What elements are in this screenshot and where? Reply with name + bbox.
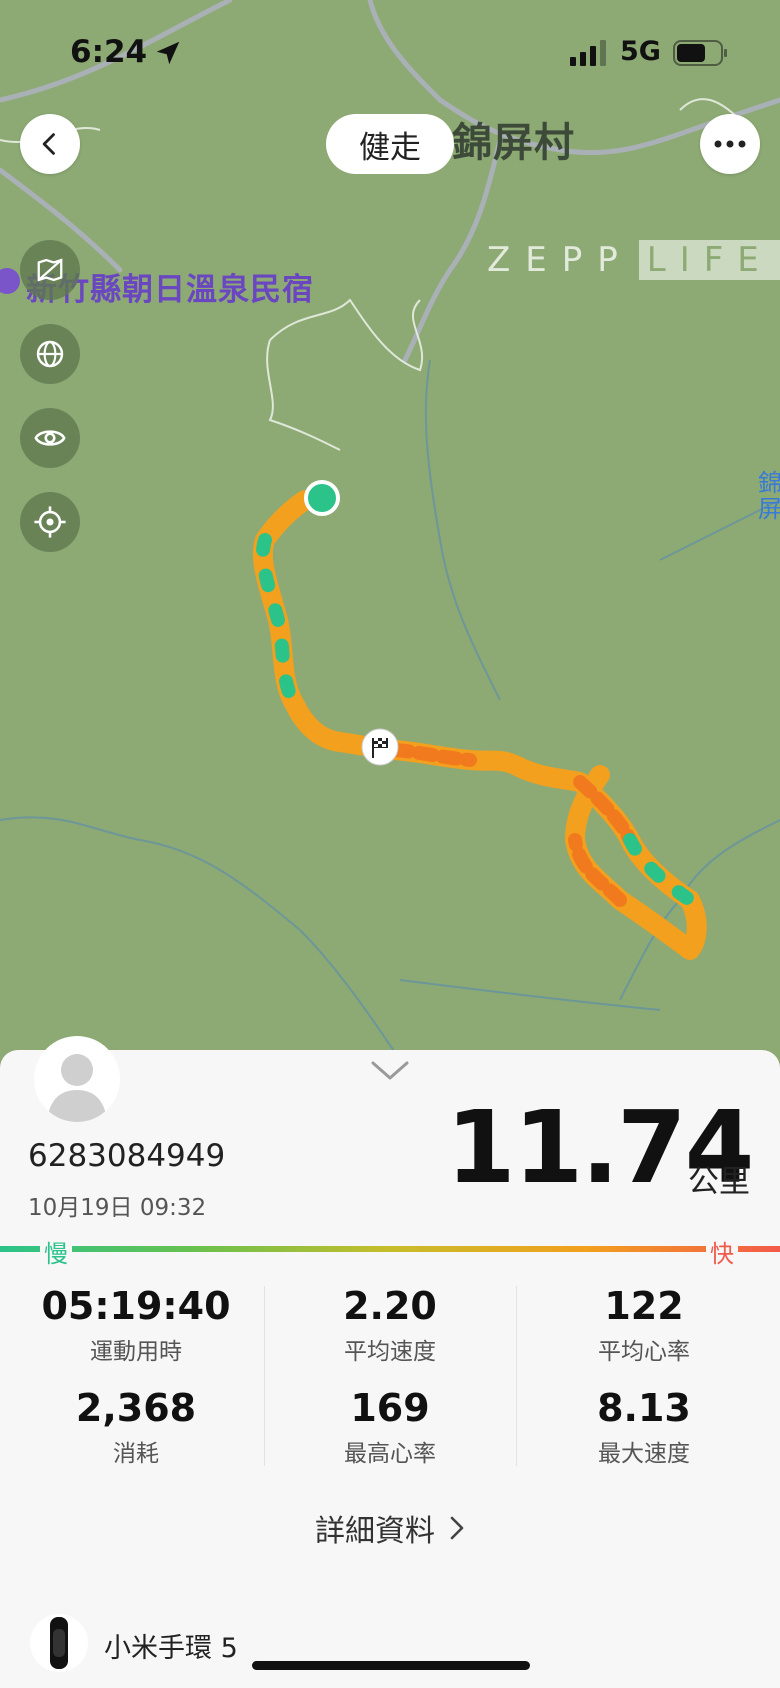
- visibility-button[interactable]: [20, 408, 80, 468]
- speed-gradient-bar: [0, 1246, 780, 1252]
- watermark-life: LIFE: [638, 240, 780, 280]
- collapse-chevron-icon[interactable]: [370, 1060, 410, 1082]
- user-id: 6283084949: [28, 1138, 226, 1174]
- map-label-village: 錦屏村: [452, 120, 575, 166]
- finish-flag-icon[interactable]: [361, 728, 399, 766]
- device-name: 小米手環 5: [104, 1633, 238, 1664]
- slow-label: 慢: [40, 1234, 72, 1269]
- stat-value: 2,368: [75, 1386, 197, 1430]
- stat-label: 最大速度: [598, 1441, 690, 1467]
- locate-button[interactable]: [20, 492, 80, 552]
- network-type: 5G: [620, 36, 661, 67]
- start-marker[interactable]: [304, 480, 340, 516]
- device-band-icon: [30, 1614, 88, 1672]
- stat-max-heart-rate: 169 最高心率: [260, 1386, 520, 1468]
- user-silhouette-icon: [47, 1054, 107, 1122]
- crosshair-icon: [34, 506, 66, 538]
- fast-label: 快: [706, 1234, 738, 1269]
- details-link[interactable]: 詳細資料: [0, 1506, 780, 1550]
- stat-value: 122: [604, 1284, 684, 1328]
- details-link-label: 詳細資料: [315, 1514, 435, 1549]
- home-indicator[interactable]: [252, 1661, 530, 1670]
- location-arrow-icon: [156, 41, 180, 65]
- status-time: 6:24: [70, 34, 148, 70]
- stat-value: 169: [350, 1386, 430, 1430]
- stat-value: 2.20: [343, 1284, 437, 1328]
- stat-avg-heart-rate: 122 平均心率: [514, 1284, 774, 1366]
- map-layer-toggle-button[interactable]: [20, 240, 80, 300]
- more-dots-icon: [714, 140, 746, 148]
- chevron-right-icon: [449, 1514, 465, 1549]
- activity-type-pill[interactable]: 健走: [326, 114, 454, 174]
- distance-unit: 公里: [688, 1164, 750, 1200]
- back-button[interactable]: [20, 114, 80, 174]
- stat-label: 運動用時: [90, 1339, 182, 1365]
- status-bar: 6:24 5G: [0, 30, 780, 74]
- chevron-left-icon: [42, 133, 55, 155]
- map-fold-off-icon: [37, 258, 63, 282]
- stat-value: 05:19:40: [41, 1284, 231, 1328]
- stat-label: 平均心率: [598, 1339, 690, 1365]
- stat-avg-speed: 2.20 平均速度: [260, 1284, 520, 1366]
- stat-duration: 05:19:40 運動用時: [6, 1284, 266, 1366]
- avatar[interactable]: [34, 1036, 120, 1122]
- stat-label: 消耗: [113, 1441, 159, 1467]
- map-label-edge: 錦屏: [758, 469, 780, 523]
- stat-max-speed: 8.13 最大速度: [514, 1386, 774, 1468]
- stat-label: 平均速度: [344, 1339, 436, 1365]
- battery-icon: [673, 40, 727, 66]
- watermark-zepp: ZEPP: [487, 240, 633, 280]
- more-button[interactable]: [700, 114, 760, 174]
- globe-button[interactable]: [20, 324, 80, 384]
- eye-icon: [34, 430, 66, 446]
- stat-label: 最高心率: [344, 1441, 436, 1467]
- zepp-life-watermark: ZEPP LIFE: [487, 239, 780, 281]
- activity-date: 10月19日 09:32: [28, 1195, 207, 1221]
- stat-calories: 2,368 消耗: [6, 1386, 266, 1468]
- globe-icon: [36, 340, 64, 368]
- signal-icon: [570, 40, 606, 66]
- stat-value: 8.13: [597, 1386, 691, 1430]
